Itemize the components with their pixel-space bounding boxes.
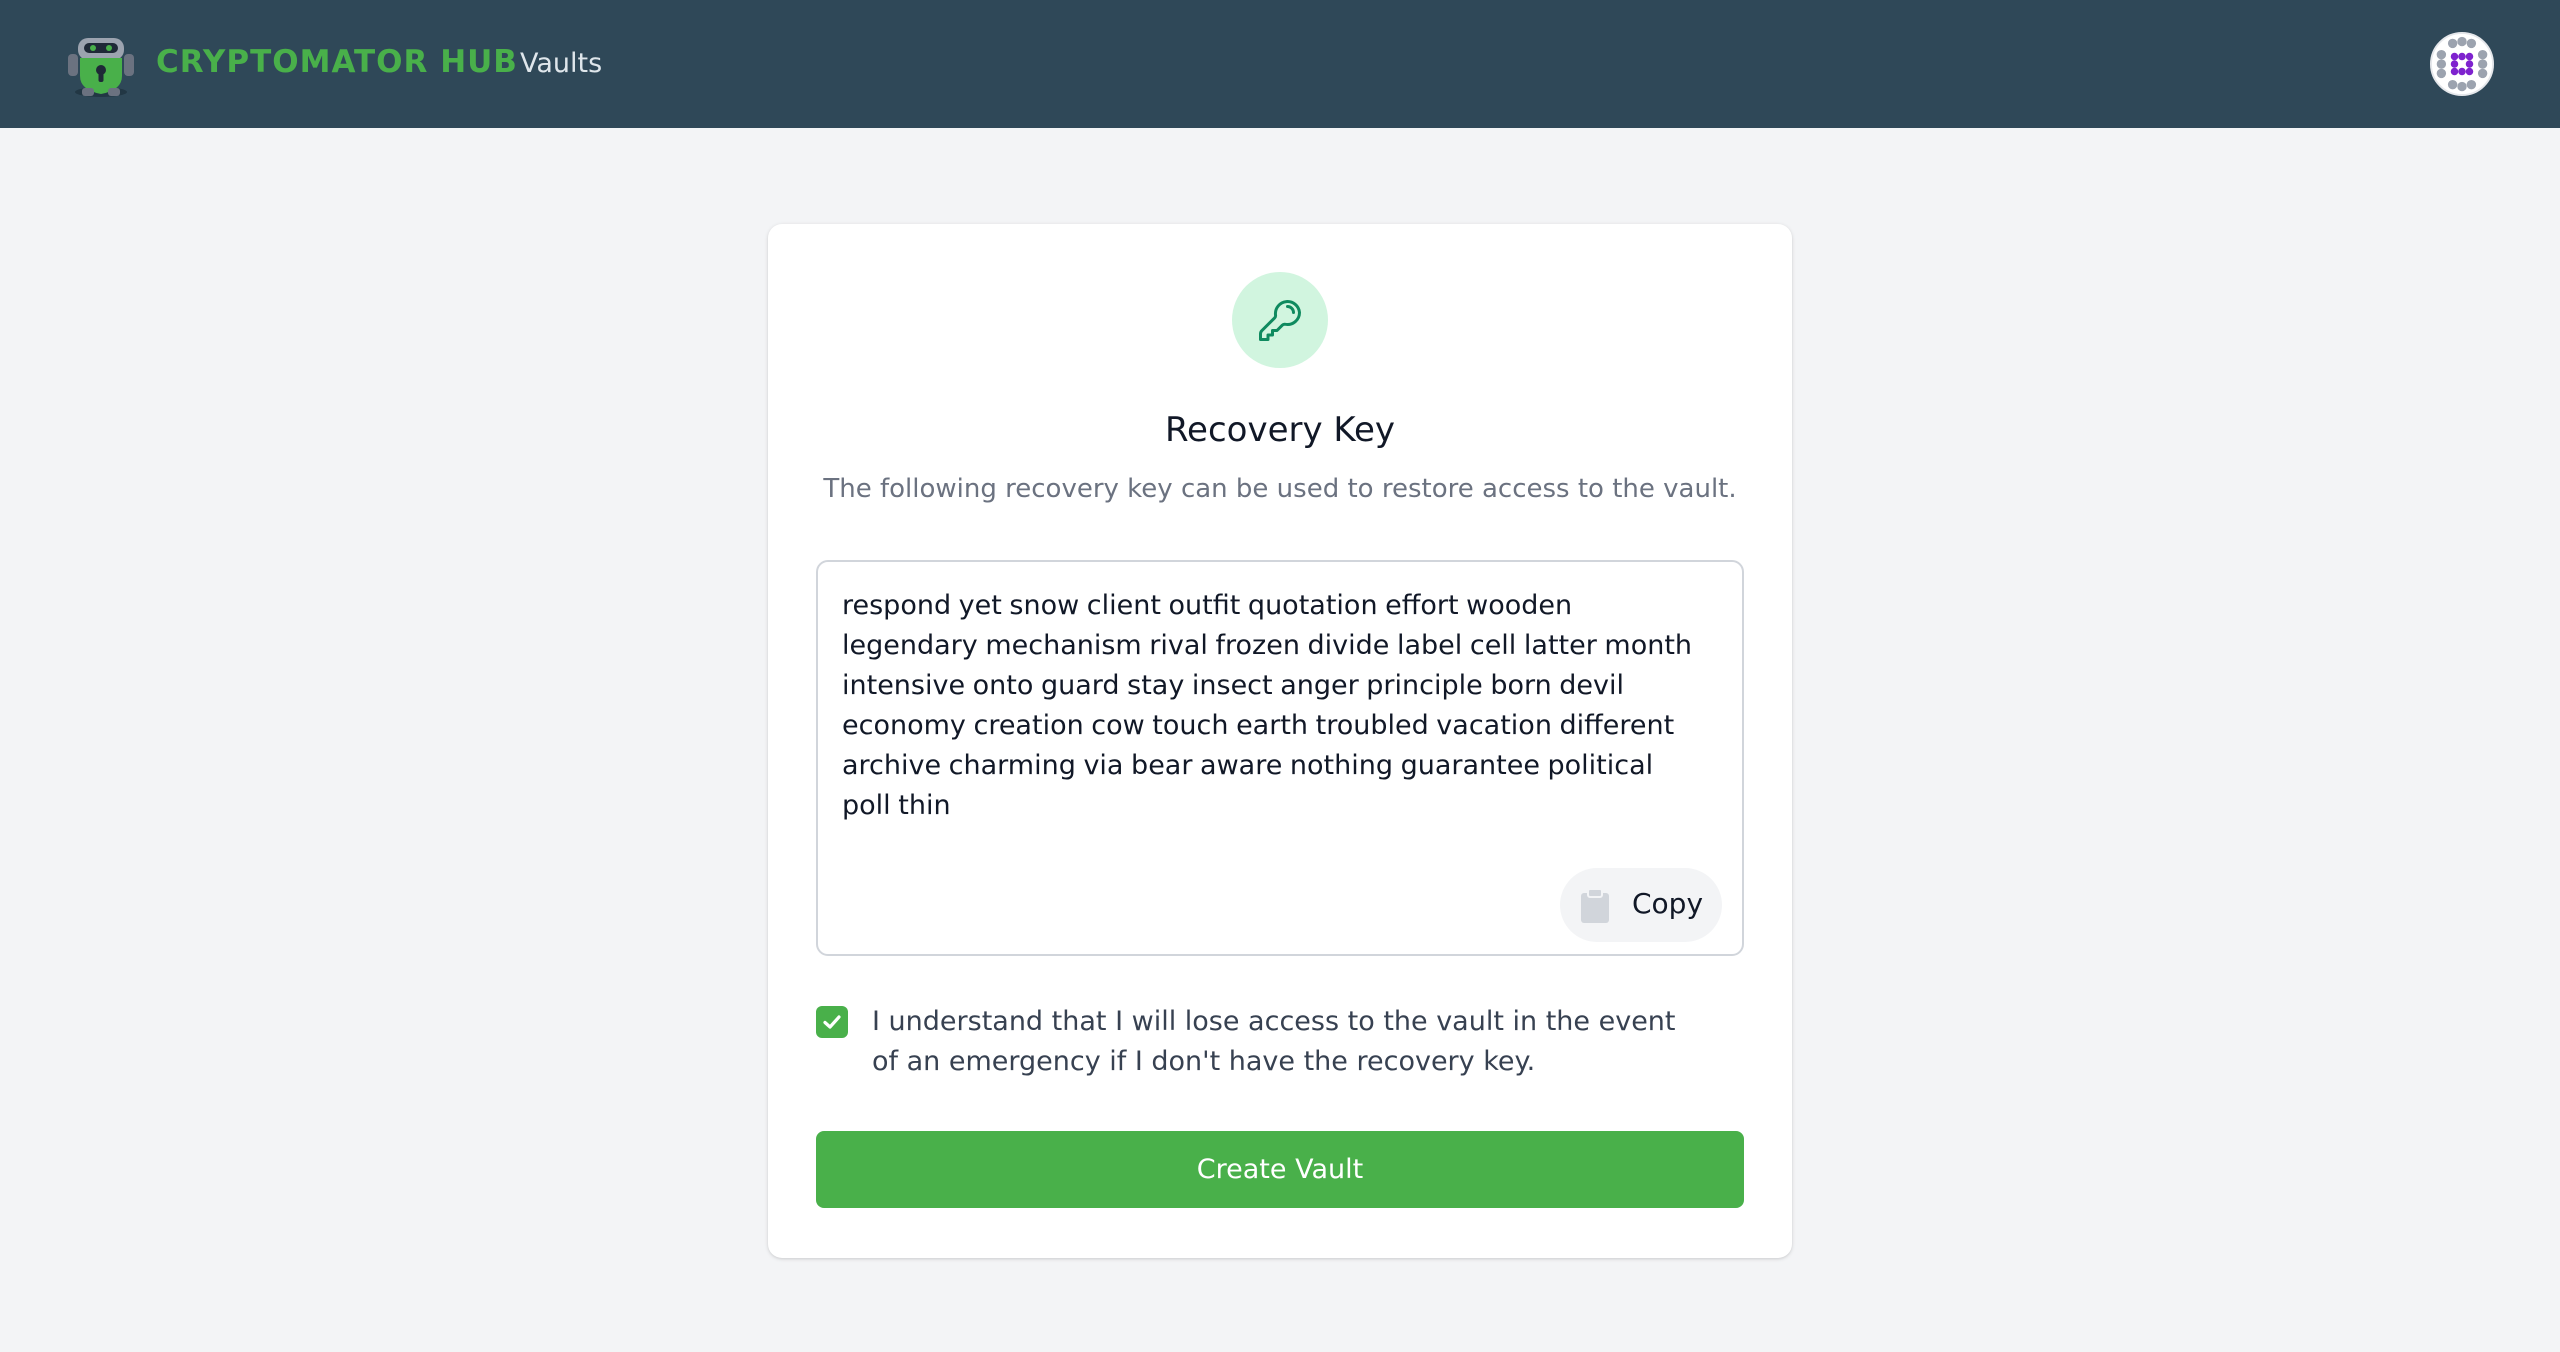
understand-checkbox-label[interactable]: I understand that I will lose access to … — [872, 1002, 1692, 1082]
recovery-key-text[interactable]: respond yet snow client outfit quotation… — [842, 586, 1702, 826]
recovery-key-card: Recovery Key The following recovery key … — [768, 224, 1792, 1258]
identicon-avatar-icon — [2432, 34, 2492, 94]
copy-button-label: Copy — [1632, 887, 1704, 920]
top-navbar: CRYPTOMATOR HUB Vaults — [0, 0, 2560, 128]
card-subtitle: The following recovery key can be used t… — [823, 474, 1737, 504]
key-icon — [1259, 300, 1301, 341]
create-vault-button[interactable]: Create Vault — [816, 1131, 1744, 1208]
brand-name[interactable]: CRYPTOMATOR HUB — [156, 44, 518, 80]
copy-button[interactable]: Copy — [1560, 868, 1722, 942]
clipboard-icon — [1581, 888, 1609, 923]
nav-link-vaults[interactable]: Vaults — [520, 48, 602, 79]
card-title: Recovery Key — [1164, 410, 1396, 450]
key-icon-badge — [1232, 272, 1328, 368]
user-avatar[interactable] — [2430, 32, 2494, 96]
understand-checkbox[interactable] — [816, 1006, 848, 1038]
checkmark-icon — [823, 1015, 841, 1029]
create-vault-button-label: Create Vault — [1196, 1154, 1364, 1185]
cryptomator-logo-icon[interactable] — [60, 28, 142, 100]
recovery-key-textarea[interactable]: respond yet snow client outfit quotation… — [816, 560, 1744, 956]
